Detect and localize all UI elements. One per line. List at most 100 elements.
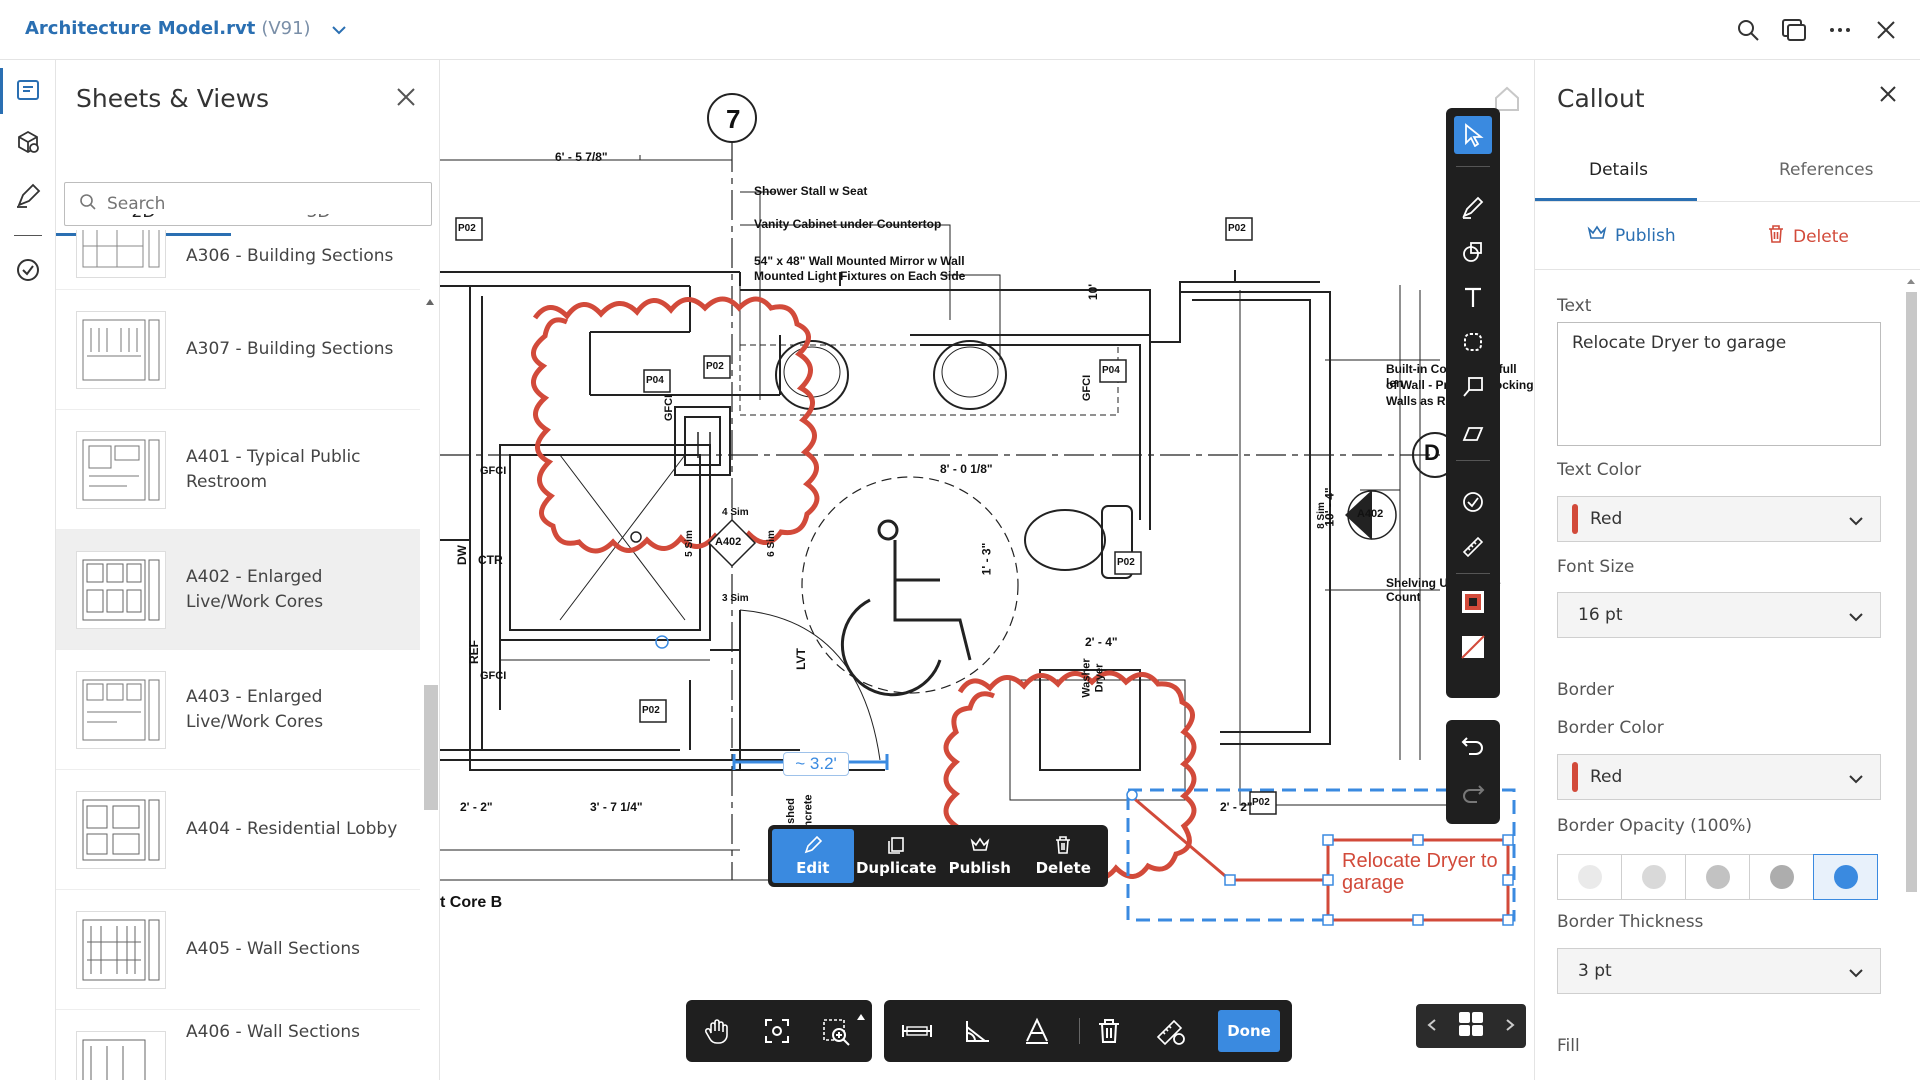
font-size-label: Font Size bbox=[1557, 557, 1635, 577]
search-input[interactable] bbox=[107, 194, 407, 214]
text-style-icon[interactable] bbox=[1018, 1012, 1056, 1050]
opacity-option-100[interactable] bbox=[1813, 854, 1878, 900]
font-size-value: 16 pt bbox=[1578, 605, 1623, 625]
close-icon[interactable] bbox=[395, 86, 417, 112]
panel-scrollbar[interactable] bbox=[1902, 270, 1920, 1080]
publish-button[interactable]: Publish bbox=[1587, 224, 1676, 247]
sheet-thumbnail bbox=[76, 310, 166, 389]
trash-icon bbox=[1767, 224, 1785, 249]
rail-active-indicator bbox=[0, 68, 3, 114]
tab-details[interactable]: Details bbox=[1589, 160, 1648, 180]
sheets-icon[interactable] bbox=[12, 74, 44, 106]
sheet-thumbnail bbox=[76, 670, 166, 749]
delete-button[interactable]: Delete bbox=[1767, 224, 1849, 249]
close-icon[interactable] bbox=[1878, 84, 1898, 108]
polyline-tool-icon[interactable] bbox=[1454, 413, 1492, 451]
cloud-tool-icon[interactable] bbox=[1454, 323, 1492, 361]
font-size-select[interactable]: 16 pt bbox=[1557, 592, 1881, 638]
stamp-tool-icon[interactable] bbox=[1454, 483, 1492, 521]
callout-panel: Callout Details References Publish Delet… bbox=[1534, 60, 1920, 1080]
zoom-window-icon[interactable] bbox=[818, 1012, 856, 1050]
scroll-thumb[interactable] bbox=[1906, 292, 1917, 892]
scroll-thumb[interactable] bbox=[424, 685, 438, 810]
calibrate-icon[interactable] bbox=[1152, 1012, 1190, 1050]
list-item[interactable]: A307 - Building Sections bbox=[56, 290, 420, 410]
search-box[interactable] bbox=[64, 182, 432, 226]
opacity-option-80[interactable] bbox=[1749, 854, 1814, 900]
border-color-select[interactable]: Red bbox=[1557, 754, 1881, 800]
publish-label: Publish bbox=[948, 859, 1011, 877]
opacity-option-60[interactable] bbox=[1685, 854, 1750, 900]
angle-icon[interactable] bbox=[958, 1012, 996, 1050]
left-rail bbox=[0, 60, 56, 1080]
measure-icon[interactable] bbox=[898, 1012, 936, 1050]
list-item[interactable]: A403 - Enlarged Live/Work Cores bbox=[56, 650, 420, 770]
list-scrollbar[interactable] bbox=[420, 235, 440, 1075]
duplicate-label: Duplicate bbox=[855, 859, 937, 877]
compare-icon[interactable] bbox=[1780, 16, 1808, 44]
text-color-label: Text Color bbox=[1557, 460, 1642, 480]
drawing-canvas[interactable]: 7 D Shower Stall w Seat Vanity Cabinet u… bbox=[440, 60, 1534, 1080]
sheet-label: A404 - Residential Lobby bbox=[186, 819, 398, 839]
shapes-tool-icon[interactable] bbox=[1454, 233, 1492, 271]
trash-icon[interactable] bbox=[1090, 1012, 1128, 1050]
undo-redo-toolbar bbox=[1446, 720, 1500, 824]
close-icon[interactable] bbox=[1872, 16, 1900, 44]
sheet-label: A402 - Enlarged Live/Work Cores bbox=[186, 566, 324, 612]
sheet-label: A405 - Wall Sections bbox=[186, 939, 361, 959]
callout-text-input[interactable]: Relocate Dryer to garage bbox=[1557, 322, 1881, 446]
list-item[interactable]: A405 - Wall Sections bbox=[56, 890, 420, 1010]
callout-tool-icon[interactable] bbox=[1454, 368, 1492, 406]
select-tool-icon[interactable] bbox=[1454, 116, 1492, 154]
tab-indicator bbox=[1535, 198, 1697, 201]
undo-icon[interactable] bbox=[1461, 734, 1485, 760]
fill-color-icon[interactable] bbox=[1454, 628, 1492, 666]
list-item[interactable]: A401 - Typical Public Restroom bbox=[56, 410, 420, 530]
sheet-label: A403 - Enlarged Live/Work Cores bbox=[186, 686, 324, 732]
edit-button[interactable]: Edit bbox=[772, 829, 854, 883]
border-thickness-value: 3 pt bbox=[1578, 961, 1612, 981]
toolbar-divider bbox=[1456, 166, 1490, 167]
delete-button[interactable]: Delete bbox=[1023, 829, 1105, 883]
opacity-option-20[interactable] bbox=[1557, 854, 1622, 900]
chevron-right-icon[interactable] bbox=[1505, 1017, 1515, 1036]
text-label: Text bbox=[1557, 296, 1592, 316]
pen-tool-icon[interactable] bbox=[1454, 188, 1492, 226]
text-color-value: Red bbox=[1590, 509, 1623, 529]
edit-label: Edit bbox=[796, 859, 830, 877]
more-icon[interactable] bbox=[1826, 16, 1854, 44]
opacity-option-40[interactable] bbox=[1621, 854, 1686, 900]
color-swatch bbox=[1572, 762, 1578, 792]
top-bar: Architecture Model.rvt (V91) bbox=[0, 0, 1920, 60]
toolbar-divider bbox=[1079, 1018, 1080, 1044]
done-button[interactable]: Done bbox=[1218, 1010, 1280, 1052]
chevron-left-icon[interactable] bbox=[1427, 1017, 1437, 1036]
measure-tool-icon[interactable] bbox=[1454, 528, 1492, 566]
pan-icon[interactable] bbox=[698, 1012, 736, 1050]
search-icon[interactable] bbox=[1734, 16, 1762, 44]
redo-icon[interactable] bbox=[1461, 782, 1485, 808]
border-thickness-label: Border Thickness bbox=[1557, 912, 1704, 932]
model-browser-icon[interactable] bbox=[12, 126, 44, 158]
publish-button[interactable]: Publish bbox=[939, 829, 1021, 883]
list-item[interactable]: A306 - Building Sections bbox=[56, 230, 420, 290]
stroke-color-icon[interactable] bbox=[1454, 583, 1492, 621]
tab-references[interactable]: References bbox=[1779, 160, 1873, 180]
grid-view-icon[interactable] bbox=[1458, 1011, 1484, 1041]
markup-icon[interactable] bbox=[12, 180, 44, 212]
chevron-down-icon[interactable] bbox=[331, 19, 347, 40]
border-color-value: Red bbox=[1590, 767, 1623, 787]
list-item[interactable]: A402 - Enlarged Live/Work Cores bbox=[56, 530, 420, 650]
duplicate-button[interactable]: Duplicate bbox=[856, 829, 938, 883]
issues-icon[interactable] bbox=[12, 254, 44, 286]
search-icon bbox=[79, 193, 97, 215]
text-color-select[interactable]: Red bbox=[1557, 496, 1881, 542]
text-tool-icon[interactable] bbox=[1454, 278, 1492, 316]
list-item[interactable]: A406 - Wall Sections bbox=[56, 1010, 420, 1080]
fit-to-view-icon[interactable] bbox=[758, 1012, 796, 1050]
file-title[interactable]: Architecture Model.rvt (V91) bbox=[25, 18, 347, 40]
expand-caret-icon[interactable] bbox=[856, 1006, 866, 1025]
list-item[interactable]: A404 - Residential Lobby bbox=[56, 770, 420, 890]
sheet-thumbnail bbox=[76, 1030, 166, 1080]
border-thickness-select[interactable]: 3 pt bbox=[1557, 948, 1881, 994]
